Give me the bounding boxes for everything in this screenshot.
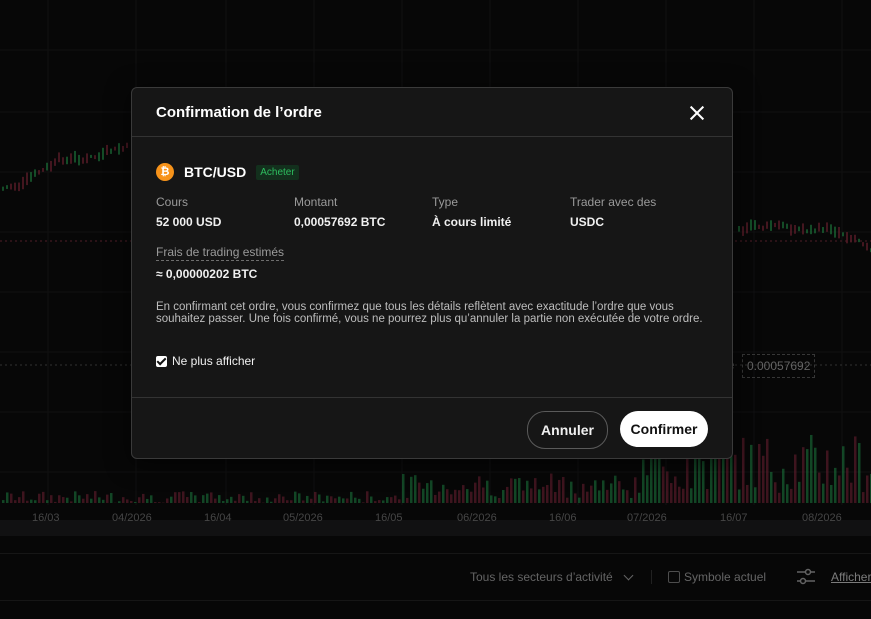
- amount-field: Montant 0,00057692 BTC: [294, 195, 385, 229]
- trade-with-field: Trader avec des USDC: [570, 195, 656, 229]
- price-value: 52 000 USD: [156, 215, 222, 229]
- dialog-footer: Annuler Confirmer: [132, 397, 732, 459]
- dont-show-again-label: Ne plus afficher: [172, 354, 256, 368]
- side-badge: Acheter: [256, 164, 299, 180]
- fees-value: ≈ 0,00000202 BTC: [156, 267, 258, 281]
- trade-with-label: Trader avec des: [570, 195, 657, 209]
- order-confirmation-dialog: Confirmation de l’ordre ₿ BTC/USD Achete…: [131, 87, 733, 459]
- price-label: Cours: [156, 195, 189, 209]
- amount-label: Montant: [294, 195, 338, 209]
- cancel-button[interactable]: Annuler: [527, 411, 608, 449]
- type-label: Type: [432, 195, 459, 209]
- trade-with-value: USDC: [570, 215, 605, 229]
- checkbox-checked-icon: [156, 355, 167, 367]
- dialog-title: Confirmation de l’ordre: [156, 104, 322, 121]
- dialog-header: Confirmation de l’ordre: [132, 88, 732, 137]
- pair-row: ₿ BTC/USD Acheter: [156, 162, 299, 182]
- disclaimer-text: En confirmant cet ordre, vous confirmez …: [156, 301, 703, 325]
- confirm-button[interactable]: Confirmer: [620, 411, 708, 447]
- dont-show-again-checkbox[interactable]: Ne plus afficher: [156, 354, 255, 368]
- price-field: Cours 52 000 USD: [156, 195, 221, 229]
- type-field: Type À cours limité: [432, 195, 511, 229]
- pair-name: BTC/USD: [184, 164, 247, 180]
- close-icon[interactable]: [686, 102, 708, 124]
- bitcoin-icon: ₿: [156, 163, 174, 181]
- fees-field: Frais de trading estimés ≈ 0,00000202 BT…: [156, 243, 285, 281]
- type-value: À cours limité: [432, 215, 512, 229]
- fees-label[interactable]: Frais de trading estimés: [156, 245, 285, 261]
- amount-value: 0,00057692 BTC: [294, 215, 386, 229]
